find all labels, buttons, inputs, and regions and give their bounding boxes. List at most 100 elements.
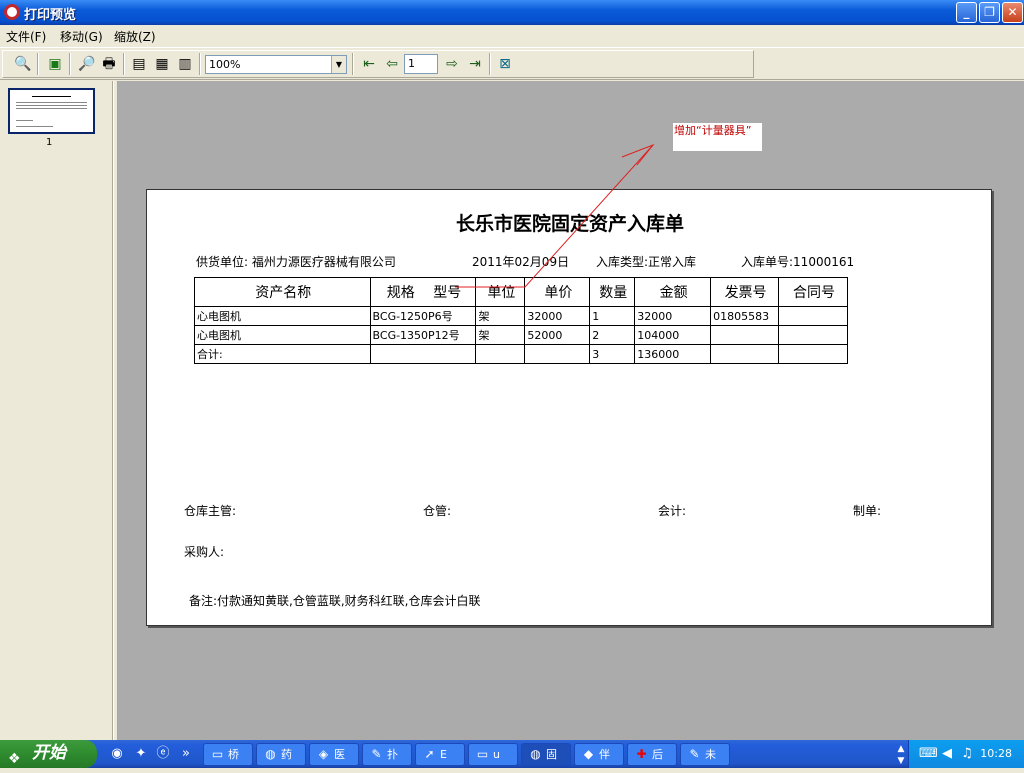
minimize-button[interactable]: _ [956, 2, 977, 23]
table-cell [369, 344, 477, 364]
tray-collapse-icon[interactable]: ◀ [939, 746, 955, 762]
toolbar-separator [489, 53, 491, 75]
system-tray: ⌨ ◀ ♫ 10:28 [908, 740, 1024, 768]
table-cell [475, 344, 526, 364]
printer-icon[interactable]: 🖶 [99, 54, 119, 74]
annotation-note: 增加“计量器具” [673, 123, 762, 151]
menu-bar: 文件(F) 移动(G) 缩放(Z) [0, 25, 1024, 46]
taskbar-item[interactable]: ✎ 未 [680, 743, 730, 766]
zoom-magnifier-icon[interactable]: 🔍 [13, 54, 33, 74]
asset-table: 资产名称 规格 型号 单位 单价 数量 金额 发票号 合同号 心电图机 BCG-… [194, 277, 848, 364]
column-header: 单价 [524, 277, 591, 307]
title-bar[interactable]: 打印预览 _ ❐ ✕ [0, 0, 1024, 25]
chevron-down-icon[interactable]: ▼ [331, 56, 346, 73]
quicklaunch-more-icon[interactable]: » [178, 746, 194, 762]
document-title: 长乐市医院固定资产入库单 [455, 213, 684, 235]
two-pages-icon[interactable]: ▥ [175, 54, 195, 74]
toolbar-separator [352, 53, 354, 75]
menu-zoom[interactable]: 缩放(Z) [114, 28, 156, 45]
print-setup-icon[interactable]: 🔎 [77, 54, 97, 74]
table-cell [524, 344, 591, 364]
toolbar-separator [199, 53, 201, 75]
supplier-field: 供货单位: 福州力源医疗器械有限公司 [196, 255, 396, 269]
table-cell: 心电图机 [194, 325, 371, 345]
clock: 10:28 [980, 747, 1012, 760]
table-cell: BCG-1350P12号 [369, 325, 477, 345]
windows-flag-icon: ❖ [8, 751, 21, 767]
first-page-icon[interactable]: ⇤ [359, 54, 379, 74]
table-row: 心电图机 BCG-1350P12号 架 52000 2 104000 [194, 325, 848, 345]
quicklaunch-app-icon[interactable]: ✦ [133, 746, 149, 762]
table-cell: 架 [475, 306, 526, 326]
maker-label: 制单: [853, 504, 882, 518]
close-preview-icon[interactable]: ⊠ [495, 54, 515, 74]
table-cell: 架 [475, 325, 526, 345]
start-button[interactable]: ❖ 开始 [0, 740, 97, 768]
table-cell: 01805583 [710, 306, 780, 326]
prev-page-icon[interactable]: ⇦ [382, 54, 402, 74]
folder-icon: ▭ [476, 747, 489, 761]
table-cell [710, 344, 780, 364]
date-field: 2011年02月09日 [472, 255, 570, 269]
menu-move[interactable]: 移动(G) [60, 28, 103, 45]
table-cell: 2 [589, 325, 636, 345]
app-icon: ◆ [583, 747, 594, 761]
last-page-icon[interactable]: ⇥ [465, 54, 485, 74]
whole-page-icon[interactable]: ▦ [152, 54, 172, 74]
column-header: 数量 [589, 277, 636, 307]
close-button[interactable]: ✕ [1002, 2, 1023, 23]
stock-type-field: 入库类型:正常入库 [596, 255, 697, 269]
next-page-icon[interactable]: ⇨ [442, 54, 462, 74]
menu-file[interactable]: 文件(F) [6, 28, 46, 45]
table-cell: 合计: [194, 344, 371, 364]
restore-button[interactable]: ❐ [979, 2, 1000, 23]
toolbar-separator [37, 53, 39, 75]
table-cell [710, 325, 780, 345]
table-cell: 52000 [524, 325, 591, 345]
taskbar-item[interactable]: ◆ 伴 [574, 743, 624, 766]
taskbar-scroll-down-icon[interactable]: ▼ [893, 753, 909, 769]
page-number-input[interactable]: 1 [404, 54, 438, 74]
table-cell [778, 344, 848, 364]
keyboard-icon[interactable]: ⌨ [919, 746, 938, 762]
app-icon: ◍ [265, 747, 276, 761]
taskbar-item[interactable]: ▭ u [468, 743, 518, 766]
taskbar-item[interactable]: ✚ 后 [627, 743, 677, 766]
toolbar: 🔍 ▣ 🔎 🖶 ▤ ▦ ▥ 100% ▼ ⇤ ⇦ 1 ⇨ ⇥ ⊠ [0, 47, 1024, 80]
quicklaunch-browser-icon[interactable]: ⓔ [155, 746, 171, 762]
table-cell: 心电图机 [194, 306, 371, 326]
column-header: 发票号 [710, 277, 780, 307]
preview-area: 长乐市医院固定资产入库单 供货单位: 福州力源医疗器械有限公司 2011年02月… [118, 81, 1024, 740]
taskbar-item-active[interactable]: ◍ 固 [521, 743, 571, 766]
table-row: 心电图机 BCG-1250P6号 架 32000 1 32000 0180558… [194, 306, 848, 326]
table-cell [778, 306, 848, 326]
app-icon [4, 4, 20, 20]
taskbar-item[interactable]: ➚ E [415, 743, 465, 766]
table-cell: BCG-1250P6号 [369, 306, 477, 326]
buyer-label: 采购人: [184, 545, 225, 559]
warehouse-manager-label: 仓库主管: [184, 504, 237, 518]
toolbar-separator [123, 53, 125, 75]
column-header: 金额 [634, 277, 712, 307]
table-header-row: 资产名称 规格 型号 单位 单价 数量 金额 发票号 合同号 [194, 277, 848, 307]
taskbar-item[interactable]: ✎ 扑 [362, 743, 412, 766]
taskbar-item[interactable]: ◈ 医 [309, 743, 359, 766]
table-total-row: 合计: 3 136000 [194, 344, 848, 364]
page-thumbnail[interactable] [8, 88, 95, 134]
page-width-icon[interactable]: ▤ [129, 54, 149, 74]
save-icon[interactable]: ▣ [45, 54, 65, 74]
doc-number-field: 入库单号:11000161 [741, 255, 855, 269]
column-header: 合同号 [778, 277, 848, 307]
taskbar-item[interactable]: ▭ 桥 [203, 743, 253, 766]
table-cell [778, 325, 848, 345]
zoom-select[interactable]: 100% ▼ [205, 55, 347, 74]
document-page: 长乐市医院固定资产入库单 供货单位: 福州力源医疗器械有限公司 2011年02月… [146, 189, 992, 626]
quicklaunch-desktop-icon[interactable]: ◉ [109, 746, 125, 762]
taskbar-item[interactable]: ◍ 药 [256, 743, 306, 766]
table-cell: 1 [589, 306, 636, 326]
folder-icon: ▭ [211, 747, 224, 761]
remark-text: 备注:付款通知黄联,仓管蓝联,财务科红联,仓库会计白联 [189, 594, 481, 608]
volume-icon[interactable]: ♫ [959, 746, 975, 762]
keeper-label: 仓管: [423, 504, 452, 518]
toolbar-separator [69, 53, 71, 75]
